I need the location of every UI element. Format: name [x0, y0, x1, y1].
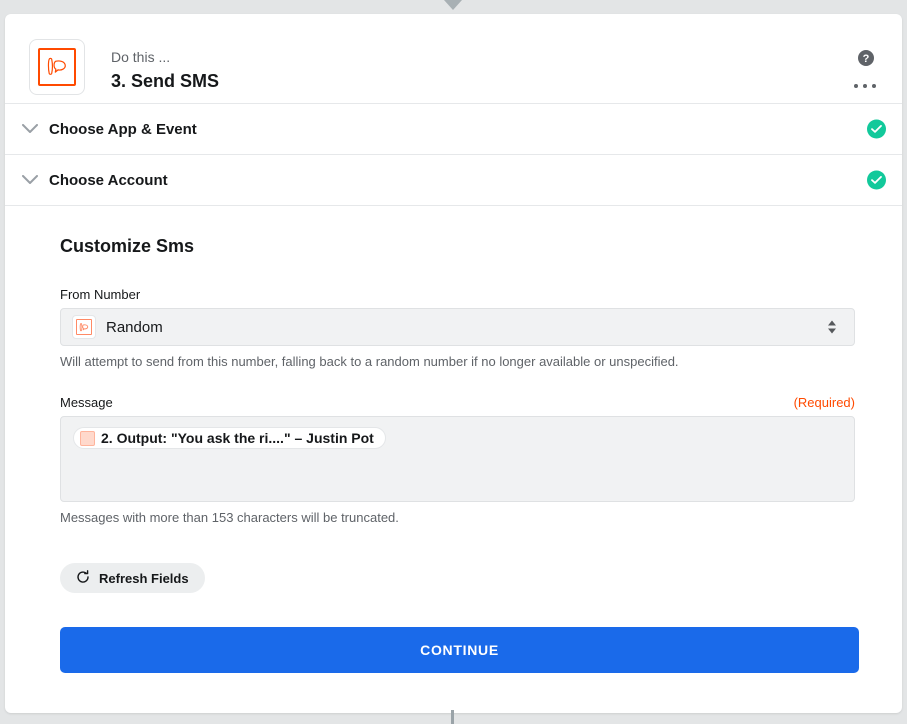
message-token-label: 2. Output: "You ask the ri...." – Justin… [101, 430, 374, 446]
customize-title: Customize Sms [60, 236, 195, 256]
check-circle-icon [867, 170, 886, 190]
from-number-label-row: From Number [60, 287, 855, 302]
step-eyebrow: Do this ... [111, 49, 171, 65]
header-texts: Do this ... 3. Send SMS [111, 48, 219, 92]
message-label-row: Message (Required) [60, 395, 855, 410]
message-input[interactable]: 2. Output: "You ask the ri...." – Justin… [60, 416, 855, 502]
check-circle-icon [867, 119, 886, 139]
sidebar-item-choose-app-event[interactable]: Choose App & Event [5, 104, 902, 155]
message-label: Message [60, 395, 113, 410]
sms-app-icon [29, 39, 85, 95]
sms-app-icon [72, 315, 96, 339]
sms-app-glyph [38, 48, 76, 86]
phone-chat-icon [47, 57, 66, 75]
customize-panel: Customize Sms From Number Random Will at… [5, 206, 902, 713]
message-help: Messages with more than 153 characters w… [60, 510, 399, 525]
output-field-icon [80, 430, 95, 446]
chevron-updown-icon [828, 320, 836, 334]
help-circle-icon[interactable]: ? [858, 50, 874, 66]
from-number-label: From Number [60, 287, 141, 302]
card-header: Do this ... 3. Send SMS ? [5, 14, 902, 104]
from-number-value: Random [106, 318, 163, 336]
from-number-select[interactable]: Random [60, 308, 855, 346]
refresh-icon [76, 569, 90, 587]
message-token[interactable]: 2. Output: "You ask the ri...." – Justin… [73, 427, 386, 449]
section-label: Choose App & Event [49, 120, 197, 138]
message-required-badge: (Required) [793, 395, 855, 410]
refresh-fields-label: Refresh Fields [99, 570, 189, 586]
chevron-down-icon [19, 169, 41, 191]
svg-text:?: ? [863, 53, 870, 65]
sms-app-glyph [76, 319, 92, 335]
from-number-help: Will attempt to send from this number, f… [60, 354, 679, 369]
more-horizontal-icon[interactable] [854, 82, 876, 90]
step-card: Do this ... 3. Send SMS ? Choose App & E… [5, 14, 902, 713]
continue-button[interactable]: CONTINUE [60, 627, 859, 673]
section-label: Choose Account [49, 171, 168, 189]
chevron-down-icon [19, 118, 41, 140]
sidebar-item-choose-account[interactable]: Choose Account [5, 155, 902, 206]
refresh-fields-button[interactable]: Refresh Fields [60, 563, 205, 593]
arrow-down-icon [444, 0, 462, 10]
page-title: 3. Send SMS [111, 71, 220, 91]
connector-line-bottom [451, 710, 454, 724]
connector-top [0, 0, 907, 14]
